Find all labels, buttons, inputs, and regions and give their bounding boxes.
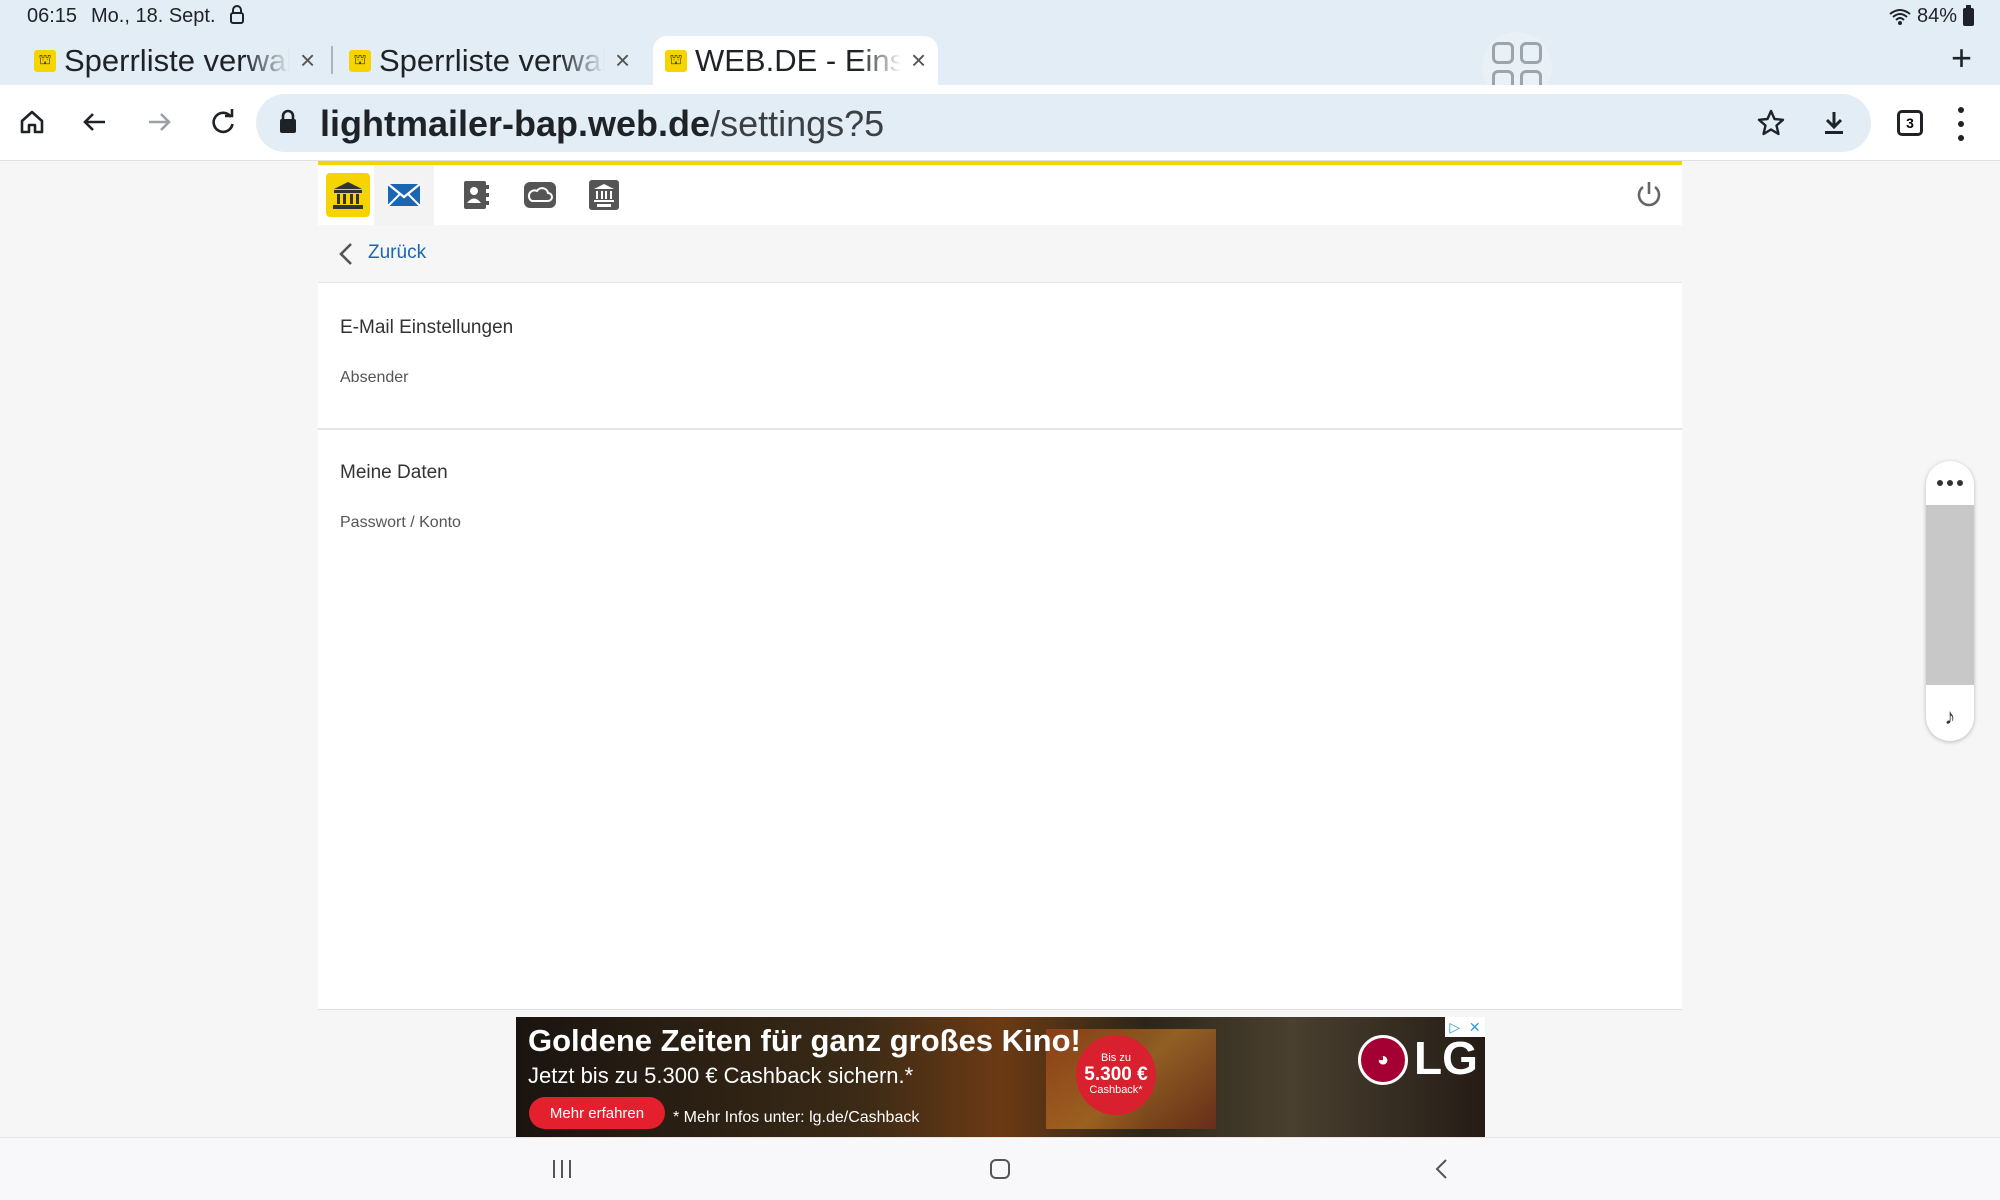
bookmark-star-icon[interactable]	[1756, 108, 1786, 143]
webde-logo-icon	[333, 182, 363, 209]
sender-link[interactable]: Absender	[340, 369, 409, 387]
recent-apps-icon	[553, 1160, 571, 1178]
tab-close-icon[interactable]: ×	[615, 45, 630, 76]
chevron-left-icon[interactable]	[338, 242, 354, 271]
badge-amount: 5.300 €	[1084, 1064, 1148, 1086]
forward-button[interactable]	[136, 99, 182, 145]
reload-button[interactable]	[200, 99, 246, 145]
system-navigation-bar	[0, 1137, 2000, 1200]
webde-favicon-icon: ⛫	[34, 49, 56, 72]
webde-favicon-icon: ⛫	[665, 49, 687, 72]
lg-logo-icon: ◕	[1358, 1035, 1408, 1085]
url-host: lightmailer-bap.web.de	[320, 103, 711, 144]
contacts-tab[interactable]	[454, 173, 498, 217]
back-nav-button[interactable]	[1425, 1152, 1459, 1186]
my-data-section: Meine Daten Passwort / Konto	[318, 430, 1682, 576]
ad-brand: LG	[1414, 1032, 1478, 1084]
club-icon	[589, 180, 619, 210]
email-settings-section: E-Mail Einstellungen Absender	[318, 283, 1682, 429]
browser-toolbar: lightmailer-bap.web.de/settings?5 3	[0, 85, 2000, 161]
screen-lock-icon	[229, 5, 245, 31]
back-button[interactable]	[72, 99, 118, 145]
download-icon[interactable]	[1819, 108, 1849, 143]
home-nav-button[interactable]	[983, 1152, 1017, 1186]
tab-title: Sperrliste verwal	[379, 42, 605, 78]
music-note-icon[interactable]: ♪	[1926, 697, 1974, 737]
edge-panel-handle[interactable]	[1926, 505, 1974, 685]
webde-home-button[interactable]	[326, 173, 370, 217]
back-navigation: Zurück	[318, 225, 1682, 283]
ad-cta-button[interactable]: Mehr erfahren	[529, 1097, 665, 1129]
ad-subline: Jetzt bis zu 5.300 € Cashback sichern.*	[528, 1063, 914, 1088]
home-icon	[20, 110, 44, 134]
new-tab-button[interactable]: +	[1951, 37, 1972, 79]
more-options-icon[interactable]	[1926, 461, 1974, 505]
tab-close-icon[interactable]: ×	[300, 45, 315, 76]
edge-panel[interactable]: ♪	[1926, 461, 1974, 741]
address-bar[interactable]: lightmailer-bap.web.de/settings?5	[256, 94, 1871, 152]
arrow-right-icon	[149, 113, 171, 131]
home-button[interactable]	[9, 99, 55, 145]
lg-ad-banner[interactable]: Goldene Zeiten für ganz großes Kino! Jet…	[516, 1017, 1485, 1137]
tab-title: WEB.DE - Einste	[695, 42, 901, 78]
wifi-icon	[1889, 8, 1911, 25]
password-account-link[interactable]: Passwort / Konto	[340, 514, 461, 532]
home-square-icon	[990, 1159, 1010, 1179]
tab-strip: ⛫ Sperrliste verwal × ⛫ Sperrliste verwa…	[0, 32, 2000, 102]
status-time: 06:15	[27, 5, 78, 27]
status-right: 84%	[1889, 4, 1974, 28]
badge-bottom: Cashback*	[1089, 1083, 1143, 1096]
cloud-tab[interactable]	[518, 173, 562, 217]
logout-power-icon[interactable]	[1634, 179, 1664, 214]
tab-switcher-button[interactable]: 3	[1897, 110, 1923, 136]
cloud-icon	[524, 182, 556, 208]
reload-icon	[212, 109, 234, 134]
ad-area: Goldene Zeiten für ganz großes Kino! Jet…	[318, 1010, 1682, 1137]
ad-cashback-badge: Bis zu 5.300 € Cashback*	[1076, 1035, 1156, 1115]
ad-choices-icon[interactable]: ▷ ✕	[1445, 1017, 1485, 1037]
webde-favicon-icon: ⛫	[349, 49, 371, 72]
back-chevron-icon	[1435, 1159, 1447, 1179]
status-bar: 06:15 Mo., 18. Sept. 84%	[0, 0, 2000, 32]
tab-close-icon[interactable]: ×	[911, 45, 926, 76]
url-path: /settings?5	[710, 103, 885, 144]
section-title: E-Mail Einstellungen	[340, 317, 514, 338]
ad-headline: Goldene Zeiten für ganz großes Kino!	[528, 1023, 1081, 1058]
tab-sperrliste-1[interactable]: ⛫ Sperrliste verwal ×	[34, 36, 315, 85]
webde-settings-page: Zurück E-Mail Einstellungen Absender Mei…	[318, 161, 1682, 1137]
status-date: Mo., 18. Sept.	[91, 5, 216, 27]
tab-sperrliste-2[interactable]: ⛫ Sperrliste verwal ×	[349, 36, 630, 85]
contacts-icon	[464, 181, 489, 209]
recent-apps-button[interactable]	[545, 1152, 579, 1186]
arrow-left-icon	[83, 113, 105, 131]
tab-webde-einstellungen[interactable]: ⛫ WEB.DE - Einste ×	[653, 36, 939, 85]
mail-tab[interactable]	[374, 165, 434, 225]
ad-info-text: * Mehr Infos unter: lg.de/Cashback	[673, 1109, 920, 1126]
battery-percent: 84%	[1916, 5, 1957, 27]
tab-separator	[331, 46, 333, 74]
tab-title: Sperrliste verwal	[64, 42, 290, 78]
club-tab[interactable]	[582, 173, 626, 217]
secure-lock-icon[interactable]	[278, 109, 298, 140]
battery-icon	[1963, 4, 1974, 26]
section-title: Meine Daten	[340, 462, 448, 483]
app-navigation	[318, 165, 1682, 225]
back-link[interactable]: Zurück	[368, 242, 426, 264]
url-text[interactable]: lightmailer-bap.web.de/settings?5	[320, 103, 884, 145]
mail-icon	[387, 183, 421, 207]
browser-menu-icon[interactable]	[1955, 107, 1967, 141]
